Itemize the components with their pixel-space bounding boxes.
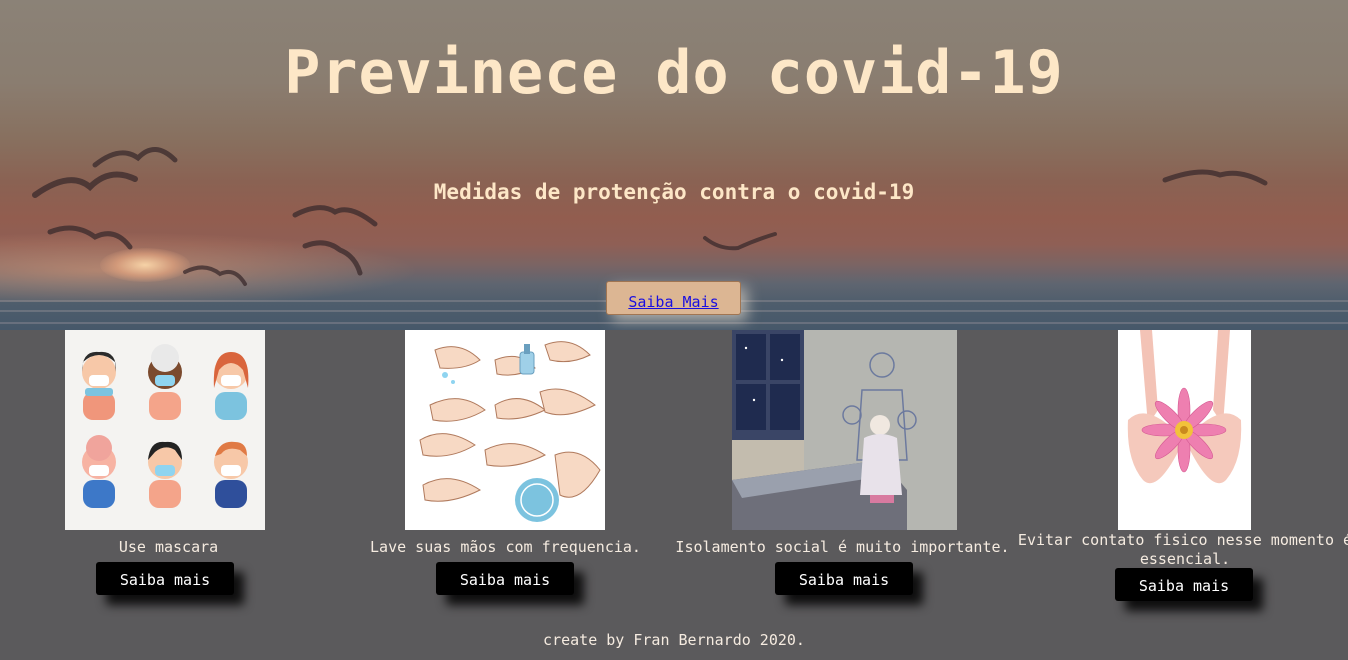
bird-icon xyxy=(47,225,133,250)
bird-icon xyxy=(92,147,178,168)
hero-banner: Previnece do covid-19 Medidas de protenç… xyxy=(0,0,1348,330)
page-subtitle: Medidas de protenção contra o covid-19 xyxy=(433,180,915,204)
page-title: Previnece do covid-19 xyxy=(284,38,1064,108)
saiba-mais-hero-link[interactable]: Saiba Mais xyxy=(628,293,718,311)
bird-icon xyxy=(302,240,363,276)
saiba-mais-button[interactable]: Saiba mais xyxy=(1115,568,1253,601)
sea-line xyxy=(0,322,1348,324)
hands-flower-image xyxy=(1118,330,1251,530)
saiba-mais-hero-button[interactable]: Saiba Mais xyxy=(606,281,741,315)
card-caption: Lave suas mãos com frequencia. xyxy=(370,538,641,556)
people-with-masks-image xyxy=(65,330,265,530)
bird-icon xyxy=(292,205,378,227)
isolation-image xyxy=(732,330,957,530)
hand-washing-image xyxy=(405,330,605,530)
sun-reflection xyxy=(100,248,190,282)
bird-icon xyxy=(183,265,247,286)
bird-icon xyxy=(703,232,777,251)
saiba-mais-button[interactable]: Saiba mais xyxy=(775,562,913,595)
card-caption: Use mascara xyxy=(118,538,219,556)
footer-credit: create by Fran Bernardo 2020. xyxy=(543,631,805,649)
card-caption: Evitar contato fisico nesse momento é es… xyxy=(1017,531,1348,568)
card-caption: Isolamento social é muito importante. xyxy=(675,538,1010,556)
saiba-mais-button[interactable]: Saiba mais xyxy=(96,562,234,595)
saiba-mais-button[interactable]: Saiba mais xyxy=(436,562,574,595)
